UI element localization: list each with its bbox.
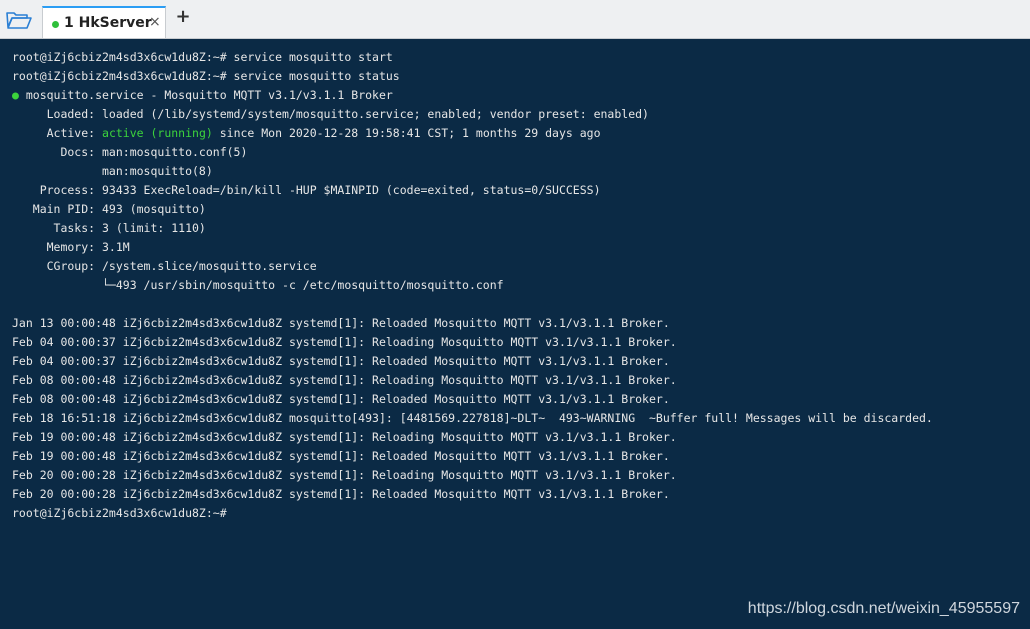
tab-label: 1 HkServer bbox=[64, 15, 152, 31]
terminal-line: Jan 13 00:00:48 iZj6cbiz2m4sd3x6cw1du8Z … bbox=[12, 316, 670, 330]
terminal-line: root@iZj6cbiz2m4sd3x6cw1du8Z:~# service … bbox=[12, 50, 393, 64]
terminal-output[interactable]: root@iZj6cbiz2m4sd3x6cw1du8Z:~# service … bbox=[0, 39, 1030, 629]
service-title: mosquitto.service - Mosquitto MQTT v3.1/… bbox=[18, 88, 393, 102]
terminal-line: Process: 93433 ExecReload=/bin/kill -HUP… bbox=[12, 183, 601, 197]
terminal-line: Loaded: loaded (/lib/systemd/system/mosq… bbox=[12, 107, 649, 121]
terminal-line: man:mosquitto(8) bbox=[12, 164, 213, 178]
terminal-line: Active: active (running) since Mon 2020-… bbox=[12, 124, 933, 143]
new-tab-button[interactable]: + bbox=[174, 6, 192, 30]
terminal-line: Feb 08 00:00:48 iZj6cbiz2m4sd3x6cw1du8Z … bbox=[12, 392, 670, 406]
terminal-line: Feb 19 00:00:48 iZj6cbiz2m4sd3x6cw1du8Z … bbox=[12, 449, 670, 463]
terminal-line: root@iZj6cbiz2m4sd3x6cw1du8Z:~# service … bbox=[12, 69, 400, 83]
terminal-line: Feb 19 00:00:48 iZj6cbiz2m4sd3x6cw1du8Z … bbox=[12, 430, 677, 444]
folder-open-icon[interactable] bbox=[6, 10, 32, 30]
terminal-line: Feb 04 00:00:37 iZj6cbiz2m4sd3x6cw1du8Z … bbox=[12, 354, 670, 368]
terminal-line: Feb 08 00:00:48 iZj6cbiz2m4sd3x6cw1du8Z … bbox=[12, 373, 677, 387]
close-icon[interactable]: × bbox=[149, 14, 161, 30]
active-label: Active: bbox=[12, 126, 103, 140]
terminal-line: Memory: 3.1M bbox=[12, 240, 130, 254]
terminal-line: Tasks: 3 (limit: 1110) bbox=[12, 221, 206, 235]
watermark: https://blog.csdn.net/weixin_45955597 bbox=[747, 600, 1020, 617]
terminal-line: root@iZj6cbiz2m4sd3x6cw1du8Z:~# bbox=[12, 506, 227, 520]
tab-bar: 1 HkServer × + bbox=[0, 0, 1030, 39]
active-since: since Mon 2020-12-28 19:58:41 CST; 1 mon… bbox=[212, 126, 601, 140]
terminal-line: Feb 18 16:51:18 iZj6cbiz2m4sd3x6cw1du8Z … bbox=[12, 411, 933, 425]
terminal-lines: root@iZj6cbiz2m4sd3x6cw1du8Z:~# service … bbox=[12, 48, 933, 523]
terminal-line: Feb 20 00:00:28 iZj6cbiz2m4sd3x6cw1du8Z … bbox=[12, 468, 677, 482]
tab-hkserver[interactable]: 1 HkServer × bbox=[42, 6, 166, 38]
terminal-line: CGroup: /system.slice/mosquitto.service bbox=[12, 259, 317, 273]
terminal-line: └─493 /usr/sbin/mosquitto -c /etc/mosqui… bbox=[12, 278, 504, 292]
terminal-line: Docs: man:mosquitto.conf(5) bbox=[12, 145, 248, 159]
service-status-dot-icon: ● bbox=[12, 88, 19, 102]
active-state: active (running) bbox=[102, 126, 213, 140]
terminal-line: Feb 04 00:00:37 iZj6cbiz2m4sd3x6cw1du8Z … bbox=[12, 335, 677, 349]
terminal-line: Feb 20 00:00:28 iZj6cbiz2m4sd3x6cw1du8Z … bbox=[12, 487, 670, 501]
connected-status-icon bbox=[52, 21, 59, 28]
terminal-line: ● mosquitto.service - Mosquitto MQTT v3.… bbox=[12, 86, 933, 105]
terminal-line: Main PID: 493 (mosquitto) bbox=[12, 202, 206, 216]
